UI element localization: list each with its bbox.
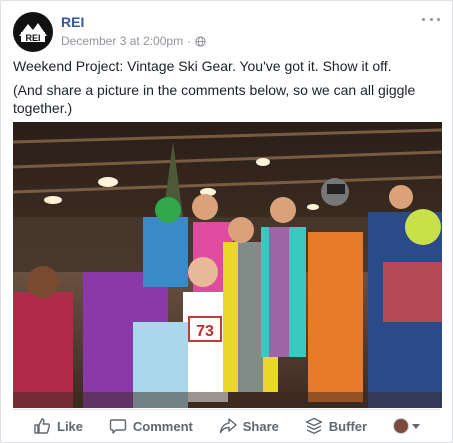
speech-bubble-icon [109, 419, 127, 434]
post-text-line-2: (And share a picture in the comments bel… [13, 82, 416, 116]
post-meta: December 3 at 2:00pm · [61, 34, 206, 48]
bib-number: 73 [196, 323, 214, 340]
globe-icon[interactable] [195, 35, 206, 47]
rei-logo: REI [19, 23, 47, 43]
meta-separator: · [187, 34, 192, 48]
post-as-selector[interactable] [392, 418, 420, 434]
more-options-icon[interactable] [422, 12, 440, 26]
like-label: Like [57, 418, 84, 434]
post-actions-bar: Like Comment Share Buffer [13, 410, 440, 442]
post-timestamp[interactable]: December 3 at 2:00pm [61, 34, 183, 48]
page-name-link[interactable]: REI [61, 14, 84, 30]
post-photo[interactable]: 73 [13, 122, 442, 408]
post-header: REI REI December 3 at 2:00pm · [13, 12, 440, 52]
logo-text: REI [25, 33, 40, 43]
comment-label: Comment [132, 418, 193, 434]
post-card: REI REI December 3 at 2:00pm · Weekend P… [0, 0, 453, 443]
ski-gear-group-photo: 73 [13, 122, 442, 408]
viewer-avatar [392, 418, 409, 434]
buffer-button[interactable]: Buffer [305, 417, 367, 435]
post-body: Weekend Project: Vintage Ski Gear. You'v… [13, 57, 440, 123]
comment-button[interactable]: Comment [109, 417, 193, 435]
share-arrow-icon [219, 418, 237, 434]
share-button[interactable]: Share [219, 417, 279, 435]
buffer-stack-icon [305, 417, 322, 434]
buffer-label: Buffer [328, 418, 368, 434]
like-button[interactable]: Like [33, 417, 83, 435]
thumbs-up-icon [34, 418, 51, 434]
post-text-line-1: Weekend Project: Vintage Ski Gear. You'v… [13, 58, 392, 74]
share-label: Share [242, 418, 279, 434]
page-avatar[interactable]: REI [13, 12, 53, 52]
caret-down-icon [411, 423, 420, 429]
